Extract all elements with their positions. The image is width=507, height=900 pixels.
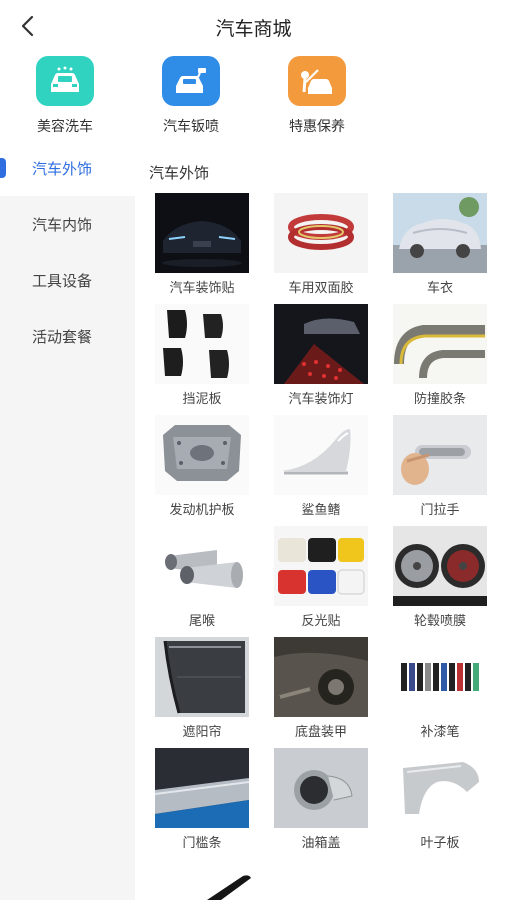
- product-name: 车用双面胶: [288, 281, 354, 296]
- product-name: 底盘装甲: [294, 725, 347, 740]
- decor-light-image: [274, 304, 368, 384]
- car-decal-image: [155, 193, 249, 273]
- header-bar: 汽车商城: [0, 0, 507, 52]
- product-mudflap[interactable]: 挡泥板: [143, 304, 261, 407]
- service-car-spray[interactable]: 汽车钣喷: [136, 56, 246, 136]
- product-exhaust-tip[interactable]: 尾喉: [143, 526, 261, 629]
- product-underbody[interactable]: 底盘装甲: [262, 637, 380, 740]
- service-car-wash[interactable]: 美容洗车: [10, 56, 120, 136]
- service-label: 美容洗车: [37, 119, 93, 135]
- car-maintenance-icon: [288, 56, 346, 106]
- fender-image: [393, 748, 487, 828]
- product-bumper-strip[interactable]: 防撞胶条: [381, 304, 499, 407]
- product-fender[interactable]: 叶子板: [381, 748, 499, 851]
- sunshade-image: [155, 637, 249, 717]
- page-title: 汽车商城: [215, 18, 292, 40]
- door-handle-image: [393, 415, 487, 495]
- double-sided-tape-image: [274, 193, 368, 273]
- product-door-sill[interactable]: 门槛条: [143, 748, 261, 851]
- product-name: 发动机护板: [169, 503, 235, 518]
- sidebar-item-exterior[interactable]: 汽车外饰: [0, 140, 135, 196]
- product-sunshade[interactable]: 遮阳帘: [143, 637, 261, 740]
- fuel-cap-image: [274, 748, 368, 828]
- product-rim-film[interactable]: 轮毂喷膜: [381, 526, 499, 629]
- shark-fin-image: [274, 415, 368, 495]
- sidebar-item-tools[interactable]: 工具设备: [0, 252, 135, 308]
- product-name: 叶子板: [420, 836, 460, 851]
- engine-guard-image: [155, 415, 249, 495]
- product-name: 补漆笔: [420, 725, 460, 740]
- bumper-strip-image: [393, 304, 487, 384]
- sidebar-item-interior[interactable]: 汽车内饰: [0, 196, 135, 252]
- sidebar-item-packages[interactable]: 活动套餐: [0, 308, 135, 364]
- product-name: 油箱盖: [301, 836, 341, 851]
- product-name: 轮毂喷膜: [413, 614, 466, 629]
- car-spray-icon: [162, 56, 220, 106]
- product-name: 挡泥板: [182, 392, 222, 407]
- product-door-handle[interactable]: 门拉手: [381, 415, 499, 518]
- product-name: 遮阳帘: [182, 725, 222, 740]
- section-title: 汽车外饰: [149, 164, 210, 182]
- product-name: 反光贴: [301, 614, 341, 629]
- product-name: 门拉手: [420, 503, 460, 518]
- mudflap-image: [155, 304, 249, 384]
- touchup-pen-image: [393, 637, 487, 717]
- product-name: 门槛条: [182, 836, 222, 851]
- product-fuel-cap[interactable]: 油箱盖: [262, 748, 380, 851]
- exhaust-tip-image: [155, 526, 249, 606]
- reflective-tape-image: [274, 526, 368, 606]
- car-wash-icon: [36, 56, 94, 106]
- rim-film-image: [393, 526, 487, 606]
- service-maintenance[interactable]: 特惠保养: [262, 56, 372, 136]
- car-cover-image: [393, 193, 487, 273]
- product-double-tape[interactable]: 车用双面胶: [262, 193, 380, 296]
- service-label: 特惠保养: [289, 119, 345, 135]
- product-name: 鲨鱼鳍: [301, 503, 341, 518]
- product-name: 汽车装饰贴: [169, 281, 235, 296]
- product-car-cover[interactable]: 车衣: [381, 193, 499, 296]
- product-shark-fin[interactable]: 鲨鱼鳍: [262, 415, 380, 518]
- product-engine-guard[interactable]: 发动机护板: [143, 415, 261, 518]
- product-touchup-pen[interactable]: 补漆笔: [381, 637, 499, 740]
- product-panel: 汽车外饰 汽车装饰贴 车用双面胶 车衣 挡泥板 汽车装饰灯 防撞胶条 发动机护板…: [135, 140, 507, 900]
- service-label: 汽车钣喷: [163, 119, 219, 135]
- product-name: 汽车装饰灯: [288, 392, 354, 407]
- product-car-decal[interactable]: 汽车装饰贴: [143, 193, 261, 296]
- product-name: 防撞胶条: [413, 392, 466, 407]
- product-name: 车衣: [426, 281, 453, 296]
- product-name: 尾喉: [188, 614, 215, 629]
- category-sidebar: 汽车外饰 汽车内饰 工具设备 活动套餐: [0, 140, 135, 900]
- underbody-coating-image: [274, 637, 368, 717]
- product-reflective-tape[interactable]: 反光贴: [262, 526, 380, 629]
- door-sill-image: [155, 748, 249, 828]
- product-decor-light[interactable]: 汽车装饰灯: [262, 304, 380, 407]
- service-shortcuts: 美容洗车 汽车钣喷 特惠保养: [0, 52, 507, 140]
- next-product-partial-image: [207, 875, 251, 900]
